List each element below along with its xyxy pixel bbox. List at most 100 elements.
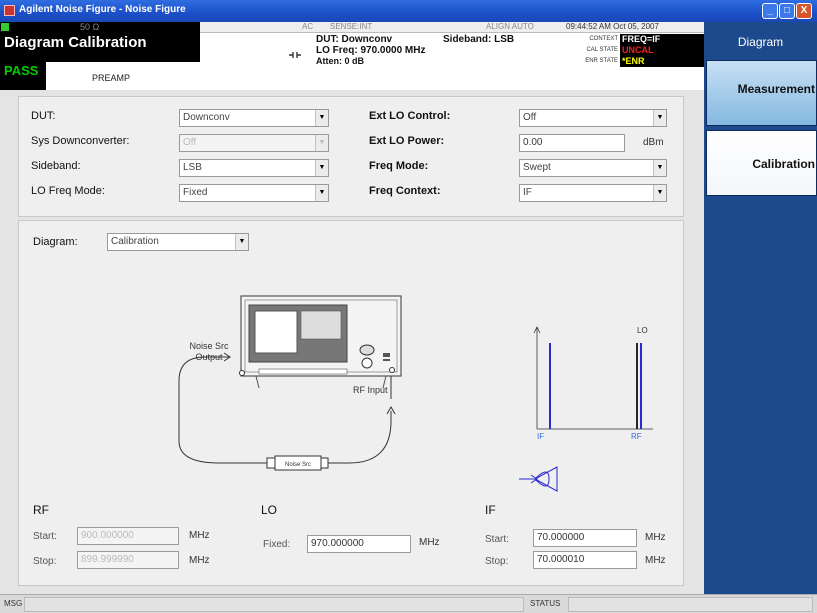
if-stop-unit: MHz — [645, 555, 666, 566]
if-start-unit: MHz — [645, 532, 666, 543]
if-stop-input[interactable]: 70.000010 — [533, 551, 637, 569]
sideband-readout: Sideband: LSB — [443, 34, 515, 45]
mode-block: 50 Ω Diagram Calibration PASS PREAMP — [0, 22, 200, 90]
dut-readout: DUT: Downconv — [316, 34, 393, 45]
lo-fixed-label: Fixed: — [263, 539, 291, 550]
ext-lo-control-label: Ext LO Control: — [369, 110, 451, 122]
main-area: DUT: Downconv ▼ Sys Downconverter: Off ▼… — [0, 90, 704, 594]
app-window: Agilent Noise Figure - Noise Figure _ □ … — [0, 0, 817, 613]
status-strip: AC SENSE:INT ALIGN AUTO 09:44:52 AM Oct … — [200, 22, 704, 33]
chevron-down-icon: ▼ — [315, 185, 328, 201]
rf-start-unit: MHz — [189, 530, 210, 541]
msg-label: MSG — [4, 599, 23, 608]
if-start-label: Start: — [485, 534, 509, 545]
measurement-header: 50 Ω Diagram Calibration PASS PREAMP AC … — [0, 22, 704, 90]
align-label: ALIGN AUTO — [486, 22, 534, 31]
freq-mode-dropdown[interactable]: Swept ▼ — [519, 159, 667, 177]
impedance-label: 50 Ω — [80, 22, 100, 32]
ext-lo-power-unit: dBm — [643, 137, 664, 148]
enr-state-value: *ENR — [620, 56, 704, 67]
chevron-down-icon: ▼ — [653, 160, 666, 176]
timestamp: 09:44:52 AM Oct 05, 2007 — [566, 22, 659, 31]
sideband-value: LSB — [183, 162, 202, 173]
rf-section-title: RF — [33, 503, 49, 517]
freq-context-value: IF — [523, 187, 532, 198]
app-icon — [4, 5, 15, 16]
if-section-title: IF — [485, 503, 496, 517]
rf-start-label: Start: — [33, 531, 57, 542]
ext-lo-power-label: Ext LO Power: — [369, 135, 445, 147]
spectrum-lo-label: LO — [637, 326, 648, 335]
noise-src-output-label-2: Output — [195, 352, 223, 362]
window-title: Agilent Noise Figure - Noise Figure — [19, 4, 186, 15]
rf-stop-label: Stop: — [33, 556, 57, 567]
ext-lo-control-value: Off — [523, 112, 537, 123]
minimize-button[interactable]: _ — [762, 3, 778, 19]
ext-lo-power-input[interactable]: 0.00 — [519, 134, 625, 152]
connection-icon — [289, 52, 301, 58]
preamp-label: PREAMP — [92, 73, 131, 83]
analyzer-instrument-icon — [239, 295, 402, 389]
close-button[interactable]: X — [796, 3, 812, 19]
cal-state-value: UNCAL — [620, 45, 704, 56]
sys-downconverter-value: Off — [183, 137, 197, 148]
softkey-menu-title: Diagram — [737, 35, 784, 49]
rf-stop-input[interactable]: 899.999990 — [77, 551, 179, 569]
spectrum-if-label: IF — [537, 432, 544, 441]
freq-mode-value: Swept — [523, 162, 551, 173]
cal-state-label: CAL STATE — [586, 47, 618, 53]
lo-freq-readout: LO Freq: 970.0000 MHz — [316, 45, 426, 56]
context-label: CONTEXT — [589, 36, 618, 42]
status-area — [568, 597, 813, 612]
preamp-box: PREAMP — [46, 62, 200, 90]
diagram-panel: Diagram: Calibration ▼ Noise Src Noise S… — [18, 220, 684, 586]
spectrum-rf-label: RF — [631, 432, 642, 441]
mode-title: Diagram Calibration — [0, 33, 200, 53]
sideband-dropdown[interactable]: LSB ▼ — [179, 159, 329, 177]
ext-lo-control-dropdown[interactable]: Off ▼ — [519, 109, 667, 127]
lo-fixed-unit: MHz — [419, 537, 440, 548]
if-stop-label: Stop: — [485, 556, 509, 567]
softkey-panel: Diagram Measurement Calibration — [704, 22, 817, 594]
sys-downconverter-label: Sys Downconverter: — [31, 135, 130, 147]
sideband-label: Sideband: — [31, 160, 81, 172]
freq-mode-label: Freq Mode: — [369, 160, 429, 172]
lo-freq-mode-value: Fixed — [183, 187, 208, 198]
calibration-softkey[interactable]: Calibration — [706, 130, 817, 196]
freq-context-label: Freq Context: — [369, 185, 441, 197]
status-label: STATUS — [530, 599, 561, 608]
title-bar: Agilent Noise Figure - Noise Figure _ □ … — [0, 0, 817, 22]
dut-label: DUT: — [31, 110, 56, 122]
mixer-icon — [519, 466, 558, 492]
context-value: FREQ=IF — [620, 34, 704, 45]
status-bar: MSG STATUS — [0, 594, 817, 613]
freq-context-dropdown[interactable]: IF ▼ — [519, 184, 667, 202]
dut-value: Downconv — [183, 112, 230, 123]
noise-source-label: Noise Src — [285, 462, 311, 468]
lo-freq-mode-label: LO Freq Mode: — [31, 185, 105, 197]
lo-fixed-input[interactable]: 970.000000 — [307, 535, 411, 553]
atten-readout: Atten: 0 dB — [316, 56, 364, 66]
settings-panel: DUT: Downconv ▼ Sys Downconverter: Off ▼… — [18, 96, 684, 217]
chevron-down-icon: ▼ — [653, 110, 666, 126]
chevron-down-icon: ▼ — [315, 160, 328, 176]
lo-section-title: LO — [261, 503, 278, 517]
frequency-spectrum-diagram — [533, 326, 653, 430]
measurement-softkey[interactable]: Measurement — [706, 60, 817, 126]
message-area — [24, 597, 524, 612]
ac-coupling-label: AC — [302, 22, 314, 31]
pass-indicator: PASS — [0, 62, 46, 80]
rf-input-label: RF Input — [353, 385, 388, 395]
maximize-button[interactable]: □ — [779, 3, 795, 19]
chevron-down-icon: ▼ — [315, 135, 328, 151]
if-start-input[interactable]: 70.000000 — [533, 529, 637, 547]
chevron-down-icon: ▼ — [315, 110, 328, 126]
lo-freq-mode-dropdown[interactable]: Fixed ▼ — [179, 184, 329, 202]
dut-dropdown[interactable]: Downconv ▼ — [179, 109, 329, 127]
rf-start-input[interactable]: 900.000000 — [77, 527, 179, 545]
sense-label: SENSE:INT — [330, 22, 373, 31]
chevron-down-icon: ▼ — [653, 185, 666, 201]
sys-downconverter-dropdown[interactable]: Off ▼ — [179, 134, 329, 152]
rf-stop-unit: MHz — [189, 555, 210, 566]
noise-src-output-label: Noise Src — [189, 341, 229, 351]
